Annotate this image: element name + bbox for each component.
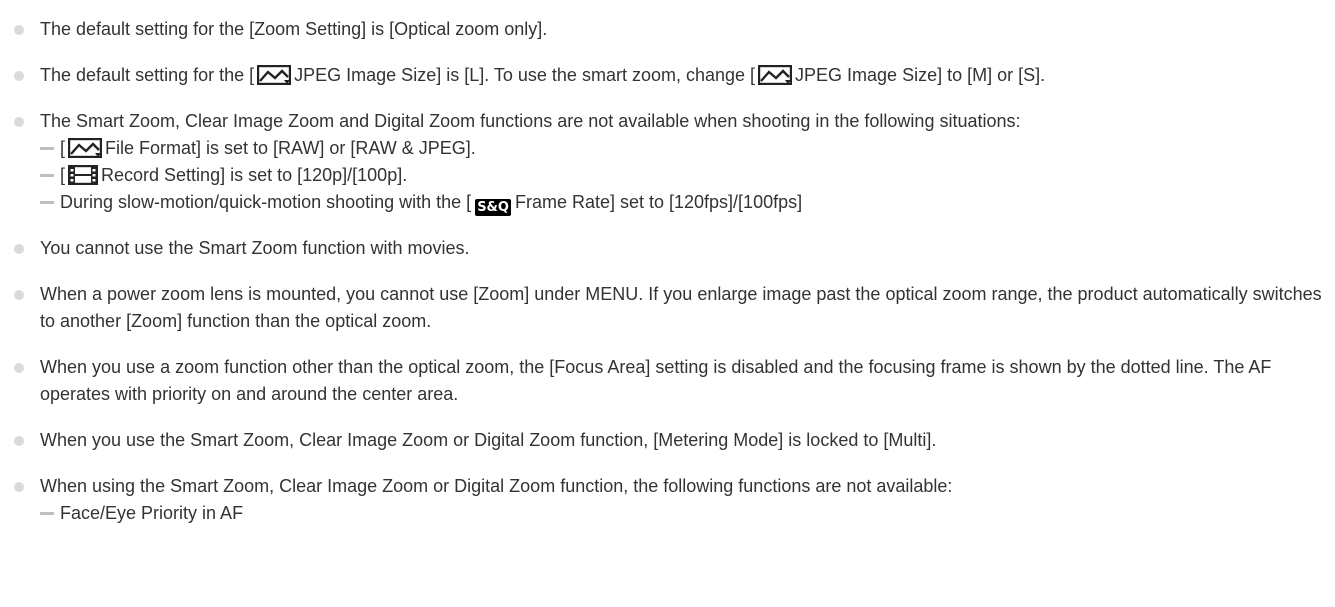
sub-item: During slow-motion/quick-motion shooting… [40, 189, 1330, 216]
still-image-icon [68, 138, 103, 158]
bullet-icon [14, 117, 24, 127]
note-item: You cannot use the Smart Zoom function w… [0, 235, 1330, 262]
note-item: The Smart Zoom, Clear Image Zoom and Dig… [0, 108, 1330, 216]
sub-item: Face/Eye Priority in AF [40, 500, 1330, 527]
note-text-segment: JPEG Image Size] to [M] or [S]. [795, 65, 1046, 85]
dash-icon [40, 147, 54, 150]
note-text: When you use a zoom function other than … [40, 357, 1272, 404]
note-text: You cannot use the Smart Zoom function w… [40, 238, 470, 258]
still-image-icon [758, 65, 793, 85]
note-item: The default setting for the [Zoom Settin… [0, 16, 1330, 43]
movie-film-icon [68, 165, 99, 185]
bullet-icon [14, 290, 24, 300]
dash-icon [40, 512, 54, 515]
slow-quick-icon: S&Q [475, 199, 511, 216]
note-item: When you use a zoom function other than … [0, 354, 1330, 408]
sub-item-text: Frame Rate] set to [120fps]/[100fps] [514, 192, 803, 212]
sub-item-text: [ [60, 165, 66, 185]
note-text: When a power zoom lens is mounted, you c… [40, 284, 1322, 331]
note-text: When you use the Smart Zoom, Clear Image… [40, 430, 937, 450]
dash-icon [40, 174, 54, 177]
sub-item: [ File Format] is set to [RAW] or [RAW & … [40, 135, 1330, 162]
note-text-segment: JPEG Image Size] is [L]. To use the smar… [294, 65, 756, 85]
note-item: The default setting for the [ JPEG Image … [0, 62, 1330, 89]
bullet-icon [14, 244, 24, 254]
bullet-icon [14, 482, 24, 492]
sub-item: [ Record Setting] is set to [120p]/[100p]… [40, 162, 1330, 189]
sub-item-text: Face/Eye Priority in AF [60, 503, 244, 523]
sub-item-text: [ [60, 138, 66, 158]
sub-list: Face/Eye Priority in AF [40, 500, 1330, 527]
note-item: When a power zoom lens is mounted, you c… [0, 281, 1330, 335]
sub-item-text: Record Setting] is set to [120p]/[100p]. [101, 165, 408, 185]
bullet-icon [14, 25, 24, 35]
still-image-icon [257, 65, 292, 85]
sub-list: [ File Format] is set to [RAW] or [RAW & … [40, 135, 1330, 216]
note-text: The default setting for the [Zoom Settin… [40, 19, 548, 39]
note-text-segment: The default setting for the [ [40, 65, 255, 85]
note-item: When you use the Smart Zoom, Clear Image… [0, 427, 1330, 454]
note-text: The default setting for the [ JPEG Image … [40, 62, 1330, 89]
dash-icon [40, 201, 54, 204]
sub-item-text: File Format] is set to [RAW] or [RAW & J… [105, 138, 476, 158]
notes-list: The default setting for the [Zoom Settin… [0, 16, 1335, 527]
bullet-icon [14, 363, 24, 373]
bullet-icon [14, 71, 24, 81]
note-text: When using the Smart Zoom, Clear Image Z… [40, 476, 953, 496]
sub-item-text: During slow-motion/quick-motion shooting… [60, 192, 472, 212]
note-text: The Smart Zoom, Clear Image Zoom and Dig… [40, 111, 1021, 131]
note-item: When using the Smart Zoom, Clear Image Z… [0, 473, 1330, 527]
bullet-icon [14, 436, 24, 446]
